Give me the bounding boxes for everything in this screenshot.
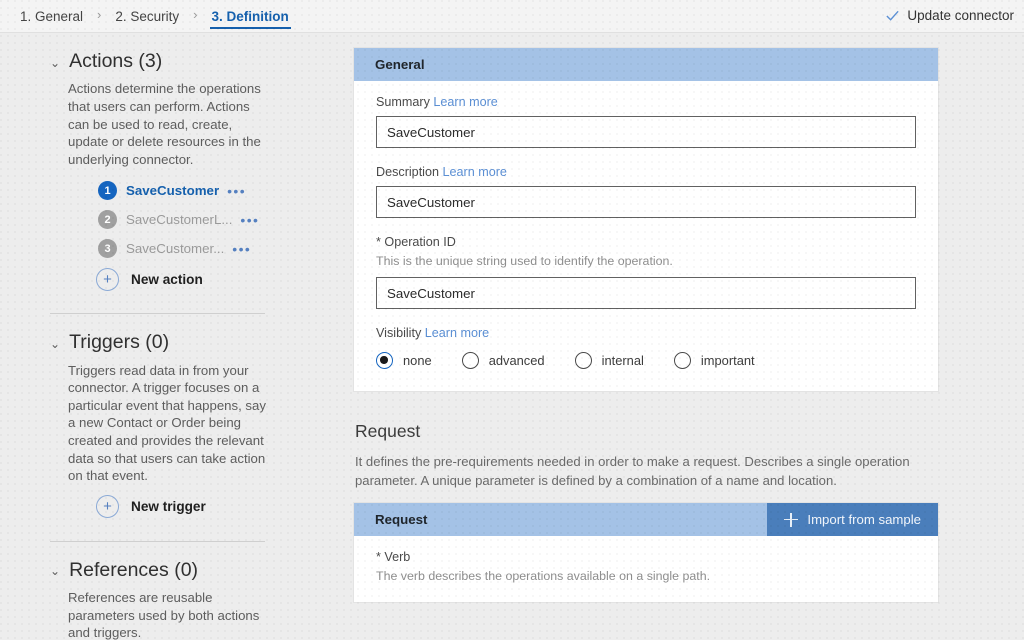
plus-circle-icon: +: [96, 268, 119, 291]
action-overflow-menu-icon[interactable]: •••: [240, 213, 259, 227]
request-section-description: It defines the pre-requirements needed i…: [355, 452, 915, 490]
tab-general[interactable]: 1. General: [10, 10, 93, 33]
page-layout: ⌄ Actions (3) Actions determine the oper…: [0, 33, 1024, 640]
visibility-radio-group: none advanced internal important: [376, 352, 916, 369]
sidebar: ⌄ Actions (3) Actions determine the oper…: [0, 33, 340, 640]
tab-separator-icon: ›: [189, 7, 201, 32]
general-card-title: General: [375, 57, 425, 72]
tab-definition[interactable]: 3. Definition: [202, 10, 299, 33]
visibility-label: Visibility Learn more: [376, 326, 916, 340]
visibility-field-group: Visibility Learn more none advanced: [376, 326, 916, 369]
summary-label: Summary Learn more: [376, 95, 916, 109]
sidebar-section-actions-title: Actions (3): [69, 49, 162, 74]
action-item-label: SaveCustomer...: [126, 241, 224, 256]
plus-icon: [784, 513, 798, 527]
tab-separator-icon: ›: [93, 7, 105, 32]
summary-learn-more-link[interactable]: Learn more: [433, 95, 497, 109]
visibility-radio-none-label: none: [403, 353, 432, 368]
wizard-tabs: 1. General › 2. Security › 3. Definition: [0, 0, 299, 32]
action-overflow-menu-icon[interactable]: •••: [227, 184, 246, 198]
action-item-savecustomer-3[interactable]: 3 SaveCustomer... •••: [0, 234, 340, 263]
import-from-sample-button[interactable]: Import from sample: [767, 503, 938, 536]
radio-icon: [376, 352, 393, 369]
summary-label-text: Summary: [376, 95, 430, 109]
general-card-body: Summary Learn more Description Learn mor…: [354, 81, 938, 391]
radio-icon: [462, 352, 479, 369]
action-index-badge: 1: [98, 181, 117, 200]
sidebar-triggers-description: Triggers read data in from your connecto…: [68, 362, 266, 485]
radio-icon: [575, 352, 592, 369]
sidebar-references-description: References are reusable parameters used …: [68, 589, 266, 640]
chevron-down-icon: ⌄: [50, 565, 60, 577]
verb-help-text: The verb describes the operations availa…: [376, 569, 916, 583]
request-card-title: Request: [375, 512, 427, 527]
visibility-radio-advanced[interactable]: advanced: [462, 352, 545, 369]
request-card-header: Request Import from sample: [354, 503, 938, 536]
sidebar-section-references-title: References (0): [69, 558, 198, 583]
general-card-header: General: [354, 48, 938, 81]
check-icon: [885, 8, 900, 23]
operation-id-help-text: This is the unique string used to identi…: [376, 254, 916, 268]
description-learn-more-link[interactable]: Learn more: [443, 165, 507, 179]
description-label: Description Learn more: [376, 165, 916, 179]
sidebar-section-triggers-header[interactable]: ⌄ Triggers (0): [0, 330, 340, 355]
chevron-down-icon: ⌄: [50, 338, 60, 350]
visibility-radio-internal[interactable]: internal: [575, 352, 644, 369]
top-tab-bar: 1. General › 2. Security › 3. Definition…: [0, 0, 1024, 33]
description-input[interactable]: [376, 186, 916, 218]
visibility-label-text: Visibility: [376, 326, 421, 340]
action-item-savecustomer[interactable]: 1 SaveCustomer •••: [0, 176, 340, 205]
visibility-radio-internal-label: internal: [602, 353, 644, 368]
request-card-body: * Verb The verb describes the operations…: [354, 536, 938, 602]
operation-id-field-group: * Operation ID This is the unique string…: [376, 235, 916, 309]
sidebar-divider: [50, 541, 265, 542]
new-trigger-button[interactable]: + New trigger: [0, 491, 340, 523]
chevron-down-icon: ⌄: [50, 57, 60, 69]
visibility-radio-advanced-label: advanced: [489, 353, 545, 368]
sidebar-section-references-header[interactable]: ⌄ References (0): [0, 558, 340, 583]
tab-security[interactable]: 2. Security: [105, 10, 189, 33]
update-connector-button[interactable]: Update connector: [885, 8, 1024, 32]
summary-field-group: Summary Learn more: [376, 95, 916, 148]
main-content: General Summary Learn more Description L…: [340, 33, 1024, 640]
visibility-radio-none[interactable]: none: [376, 352, 432, 369]
new-action-label: New action: [131, 272, 203, 287]
sidebar-divider: [50, 313, 265, 314]
operation-id-input[interactable]: [376, 277, 916, 309]
action-item-label: SaveCustomer: [126, 183, 219, 198]
request-section-title: Request: [355, 421, 1024, 442]
visibility-radio-important-label: important: [701, 353, 755, 368]
visibility-learn-more-link[interactable]: Learn more: [425, 326, 489, 340]
sidebar-actions-description: Actions determine the operations that us…: [68, 80, 266, 168]
summary-input[interactable]: [376, 116, 916, 148]
operation-id-label: * Operation ID: [376, 235, 916, 249]
general-card: General Summary Learn more Description L…: [353, 47, 939, 392]
action-item-label: SaveCustomerL...: [126, 212, 232, 227]
update-connector-label: Update connector: [907, 8, 1014, 23]
sidebar-section-actions-header[interactable]: ⌄ Actions (3): [0, 49, 340, 74]
action-index-badge: 3: [98, 239, 117, 258]
import-from-sample-label: Import from sample: [807, 512, 921, 527]
description-field-group: Description Learn more: [376, 165, 916, 218]
request-card: Request Import from sample * Verb The ve…: [353, 502, 939, 603]
actions-list: 1 SaveCustomer ••• 2 SaveCustomerL... ••…: [0, 176, 340, 295]
section-spacer: [353, 392, 1024, 421]
visibility-radio-important[interactable]: important: [674, 352, 755, 369]
plus-circle-icon: +: [96, 495, 119, 518]
radio-icon: [674, 352, 691, 369]
description-label-text: Description: [376, 165, 439, 179]
action-item-savecustomerl[interactable]: 2 SaveCustomerL... •••: [0, 205, 340, 234]
action-overflow-menu-icon[interactable]: •••: [232, 242, 251, 256]
sidebar-section-triggers-title: Triggers (0): [69, 330, 169, 355]
new-action-button[interactable]: + New action: [0, 263, 340, 295]
verb-label: * Verb: [376, 550, 916, 564]
action-index-badge: 2: [98, 210, 117, 229]
new-trigger-label: New trigger: [131, 499, 206, 514]
